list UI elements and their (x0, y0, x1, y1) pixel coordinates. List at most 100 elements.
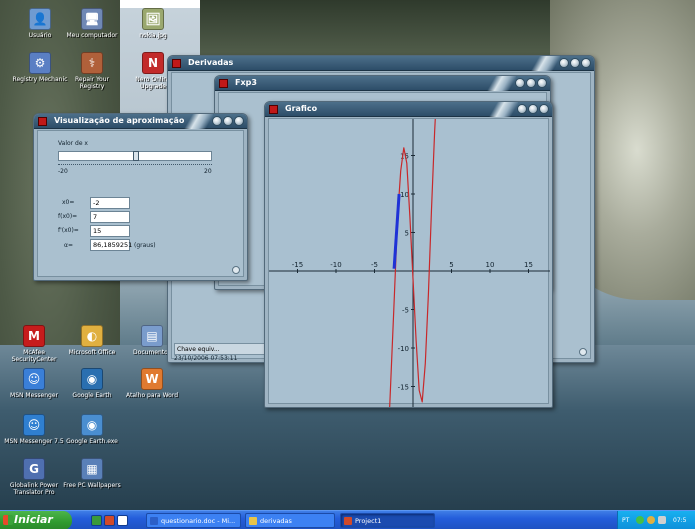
translator-icon: G (23, 458, 45, 480)
app-icon (344, 517, 352, 525)
slider-max-label: 20 (204, 168, 212, 175)
maximize-button[interactable] (223, 116, 233, 126)
computer-icon: 🖥 (81, 8, 103, 30)
maximize-button[interactable] (526, 78, 536, 88)
desktop-icon-meu-computador[interactable]: 🖥 Meu computador (62, 8, 122, 39)
window-visualizacao[interactable]: Visualização de aproximação Valor de x -… (33, 113, 248, 281)
desktop-icon-mcafee[interactable]: M McAfee SecurityCenter (4, 325, 64, 363)
globe-icon: ◉ (81, 414, 103, 436)
maximize-button[interactable] (528, 104, 538, 114)
repair-icon: ⚕ (81, 52, 103, 74)
close-button[interactable] (234, 116, 244, 126)
x-tick-label: 10 (486, 261, 495, 269)
browser-icon[interactable] (117, 515, 128, 526)
media-player-icon[interactable] (104, 515, 115, 526)
x-tick-label: 5 (449, 261, 453, 269)
security-icon[interactable] (647, 516, 655, 524)
titlebar[interactable]: Visualização de aproximação (34, 114, 247, 129)
network-icon[interactable] (636, 516, 644, 524)
y-tick-label: 5 (405, 230, 409, 238)
globe-icon: ◉ (81, 368, 103, 390)
show-desktop-icon[interactable] (91, 515, 102, 526)
registry-icon: ⚙ (29, 52, 51, 74)
slider-min-label: -20 (58, 168, 68, 175)
field-label-alpha: α= (64, 242, 73, 249)
desktop-icon-office[interactable]: ◐ Microsoft Office (62, 325, 122, 356)
desktop-icon-nokia[interactable]: 🖼 nokia.jpg (123, 8, 183, 39)
desktop-icon-msn[interactable]: ☺ MSN Messenger (4, 368, 64, 399)
desktop-icon-label: Free PC Wallpapers (63, 482, 121, 489)
desktop: 👤 Usuário 🖥 Meu computador 🖼 nokia.jpg ⚙… (0, 0, 695, 529)
desktop-icon-globalink[interactable]: G Globalink Power Translator Pro (4, 458, 64, 496)
desktop-icon-label: Google Earth.exe (66, 438, 118, 445)
slider-thumb[interactable] (133, 151, 139, 161)
graph-plot[interactable]: -15 -10 -5 5 10 1515105-5-10-15 (269, 119, 550, 407)
x0-input[interactable]: -2 (90, 197, 130, 209)
document-icon: ▤ (141, 325, 163, 347)
close-button[interactable] (537, 78, 547, 88)
system-menu-icon[interactable] (269, 105, 278, 114)
desktop-icon-registry-mechanic[interactable]: ⚙ Registry Mechanic (10, 52, 70, 83)
volume-icon[interactable] (658, 516, 666, 524)
alpha-input[interactable]: 86,1859251 (90, 239, 132, 251)
task-button-project1[interactable]: Project1 (340, 513, 435, 528)
desktop-icon-msn-75[interactable]: ☺ MSN Messenger 7.5 (4, 414, 64, 445)
system-tray: PT 07:5 (617, 511, 695, 529)
titlebar[interactable]: Derivadas (168, 56, 594, 71)
desktop-icon-label: McAfee SecurityCenter (11, 349, 57, 363)
task-button-derivadas[interactable]: derivadas (245, 513, 335, 528)
desktop-icon-label: Atalho para Word (125, 392, 179, 399)
start-button[interactable]: Iniciar (0, 511, 72, 529)
task-button-questionario[interactable]: questionario.doc - Mi... (146, 513, 241, 528)
status-date: 23/10/2006 07:53:11 (174, 355, 238, 362)
close-button[interactable] (539, 104, 549, 114)
windows-flag-icon (3, 515, 13, 525)
desktop-icon-google-earth[interactable]: ◉ Google Earth (62, 368, 122, 399)
minimize-button[interactable] (559, 58, 569, 68)
resize-grip-icon[interactable] (579, 348, 587, 356)
window-title: Grafico (285, 104, 318, 113)
desktop-icon-label: Repair Your Registry (75, 76, 109, 90)
maximize-button[interactable] (570, 58, 580, 68)
minimize-button[interactable] (517, 104, 527, 114)
system-menu-icon[interactable] (38, 117, 47, 126)
desktop-icon-google-earth-exe[interactable]: ◉ Google Earth.exe (62, 414, 122, 445)
office-icon: ◐ (81, 325, 103, 347)
desktop-icon-label: Google Earth (72, 392, 112, 399)
user-folder-icon: 👤 (29, 8, 51, 30)
msn-icon: ☺ (23, 368, 45, 390)
graph-area[interactable]: -15 -10 -5 5 10 15 15 10 5 -5 -10 -15 (268, 118, 550, 407)
titlebar[interactable]: Grafico (265, 102, 552, 117)
desktop-icon-word[interactable]: W Atalho para Word (122, 368, 182, 399)
language-indicator[interactable]: PT (622, 517, 629, 524)
minimize-button[interactable] (515, 78, 525, 88)
background-cliff-top (200, 0, 600, 60)
titlebar-ornament (520, 56, 560, 71)
titlebar-ornament (476, 76, 516, 91)
desktop-icon-usuario[interactable]: 👤 Usuário (10, 8, 70, 39)
desktop-icon-label: nokia.jpg (139, 32, 167, 39)
window-grafico[interactable]: Grafico -15 -10 -5 5 10 15 15 10 5 -5 -10 -15 (264, 101, 553, 408)
image-file-icon: 🖼 (142, 8, 164, 30)
dfx0-input[interactable]: 15 (90, 225, 130, 237)
fx0-input[interactable]: 7 (90, 211, 130, 223)
y-tick-label: 10 (400, 191, 409, 199)
y-tick-label: -5 (402, 307, 409, 315)
minimize-button[interactable] (212, 116, 222, 126)
system-menu-icon[interactable] (172, 59, 181, 68)
status-text: Chave equiv... (177, 346, 220, 353)
desktop-icon-wallpapers[interactable]: ▦ Free PC Wallpapers (62, 458, 122, 489)
mcafee-icon: M (23, 325, 45, 347)
titlebar[interactable]: Fxp3 (215, 76, 550, 91)
system-menu-icon[interactable] (219, 79, 228, 88)
close-button[interactable] (581, 58, 591, 68)
word-icon: W (141, 368, 163, 390)
clock: 07:5 (673, 517, 687, 524)
resize-grip-icon[interactable] (232, 266, 240, 274)
titlebar-ornament (173, 114, 213, 129)
x-tick-label: -15 (292, 261, 303, 269)
msn-icon: ☺ (23, 414, 45, 436)
x-slider[interactable] (58, 151, 212, 161)
folder-icon (249, 517, 257, 525)
desktop-icon-repair-registry[interactable]: ⚕ Repair Your Registry (62, 52, 122, 90)
